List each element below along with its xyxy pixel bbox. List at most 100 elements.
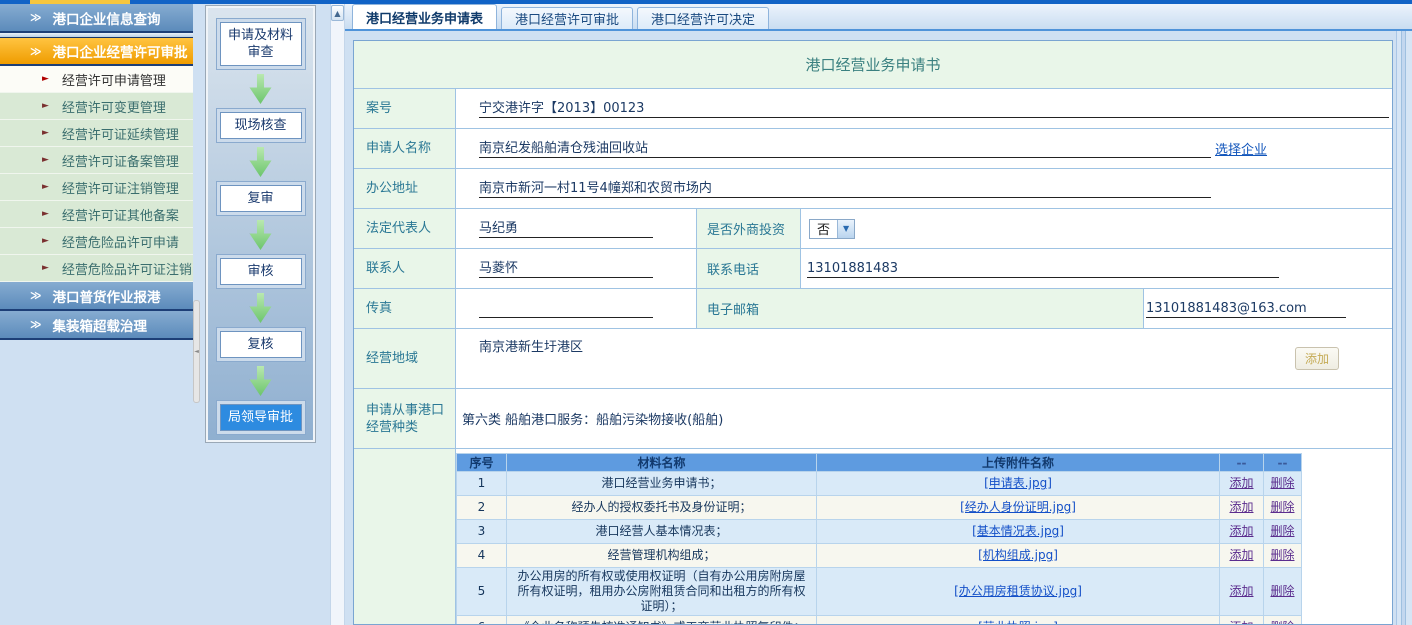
sidebar-subitem-license-record-manage[interactable]: ► 经营许可证备案管理 [0,147,193,174]
delete-link[interactable]: 删除 [1270,524,1294,538]
sidebar-subitem-label: 经营许可申请管理 [62,70,166,89]
sidebar-subitem-dangerous-goods-apply[interactable]: ► 经营危险品许可申请 [0,228,193,255]
row-no: 4 [457,544,507,568]
flow-step-re-review[interactable]: 复审 [220,185,302,212]
tab-business-application-form[interactable]: 港口经营业务申请表 [352,4,497,29]
arrow-down-icon [250,74,272,104]
application-form: 港口经营业务申请书 案号 宁交港许字【2013】00123 申请人名称 南京纪发… [353,40,1393,625]
table-row: 2 经办人的授权委托书及身份证明； [经办人身份证明.jpg] 添加 删除 [457,496,1302,520]
flow-step-material-review[interactable]: 申请及材料审查 [220,22,302,66]
table-row: 4 经营管理机构组成； [机构组成.jpg] 添加 删除 [457,544,1302,568]
double-chevron-icon: ≫ [30,45,42,58]
sidebar-splitter[interactable]: ◄ [193,300,200,403]
business-category-label: 申请从事港口经营种类 [354,389,456,448]
attachment-file-link[interactable]: [基本情况表.jpg] [972,524,1064,538]
sidebar-subitem-license-other-record[interactable]: ► 经营许可证其他备案 [0,201,193,228]
row-no: 6 [457,616,507,625]
arrow-right-icon: ► [42,128,49,138]
business-region-value: 南京港新生圩港区 [479,336,583,355]
chevron-up-icon: ▲ [334,9,340,18]
main-content: 港口经营业务申请书 案号 宁交港许字【2013】00123 申请人名称 南京纪发… [345,31,1412,625]
app-window: ≫ 港口企业信息查询 ≫ 港口企业经营许可审批 ► 经营许可申请管理 ► 经营许… [0,0,1412,625]
attachment-file-link[interactable]: [机构组成.jpg] [978,548,1058,562]
delete-link[interactable]: 删除 [1270,584,1294,598]
delete-link[interactable]: 删除 [1270,620,1294,625]
row-business-category: 申请从事港口经营种类 第六类 船舶港口服务：船舶污染物接收(船舶) [354,389,1392,449]
tab-strip: 港口经营业务申请表 港口经营许可审批 港口经营许可决定 [345,4,1412,31]
fax-input[interactable] [479,299,653,318]
add-link[interactable]: 添加 [1229,548,1253,562]
flow-step-recheck[interactable]: 复核 [220,331,302,358]
foreign-invest-value: 否 [810,220,837,238]
phone-input[interactable]: 13101881483 [807,259,1279,278]
fax-label: 传真 [354,289,456,328]
sidebar-subitem-license-apply-manage[interactable]: ► 经营许可申请管理 [0,66,193,93]
double-chevron-icon: ≫ [30,11,42,24]
add-link[interactable]: 添加 [1229,584,1253,598]
applicant-name-input[interactable]: 南京纪发船舶清仓残油回收站 [479,139,1211,158]
sidebar-subitem-label: 经营许可证延续管理 [62,124,179,143]
foreign-invest-label: 是否外商投资 [696,209,801,248]
attachments-header-row: 序号 材料名称 上传附件名称 -- -- [457,454,1302,472]
col-header-material-name: 材料名称 [507,454,817,472]
sidebar-item-container-overload[interactable]: ≫ 集装箱超载治理 [0,311,193,340]
sidebar-item-label: 港口企业信息查询 [53,8,161,28]
sidebar-subitem-label: 经营许可变更管理 [62,97,166,116]
attachment-file-link[interactable]: [经办人身份证明.jpg] [960,500,1076,514]
col-header-delete: -- [1264,454,1302,472]
sidebar-subitem-license-cancel-manage[interactable]: ► 经营许可证注销管理 [0,174,193,201]
region-add-button[interactable]: 添加 [1295,347,1339,370]
sidebar-item-label: 港口企业经营许可审批 [53,41,188,61]
sidebar-subitem-label: 经营危险品许可申请 [62,232,179,251]
delete-link[interactable]: 删除 [1270,476,1294,490]
row-office-address: 办公地址 南京市新河一村11号4幢郑和农贸市场内 [354,169,1392,209]
sidebar-item-port-license-approval[interactable]: ≫ 港口企业经营许可审批 [0,37,193,66]
delete-link[interactable]: 删除 [1270,548,1294,562]
tab-license-decision[interactable]: 港口经营许可决定 [637,7,769,29]
sidebar-subitem-license-change-manage[interactable]: ► 经营许可变更管理 [0,93,193,120]
row-no: 5 [457,568,507,616]
right-margin [1396,31,1412,625]
select-company-link[interactable]: 选择企业 [1215,139,1267,158]
chevron-down-icon: ▼ [837,220,854,238]
main-vertical-scrollbar[interactable]: ▲ [330,4,345,625]
add-link[interactable]: 添加 [1229,500,1253,514]
double-chevron-icon: ≫ [30,289,42,302]
phone-label: 联系电话 [696,249,801,288]
legal-rep-input[interactable]: 马纪勇 [479,219,653,238]
add-link[interactable]: 添加 [1229,476,1253,490]
attachment-file-link[interactable]: [申请表.jpg] [984,476,1052,490]
tab-license-approval[interactable]: 港口经营许可审批 [501,7,633,29]
office-address-input[interactable]: 南京市新河一村11号4幢郑和农贸市场内 [479,179,1211,198]
add-link[interactable]: 添加 [1229,620,1253,625]
material-name: 经营管理机构组成； [507,544,817,568]
arrow-right-icon: ► [42,155,49,165]
flow-step-bureau-leader-approval[interactable]: 局领导审批 [220,404,302,431]
sidebar-item-general-cargo-report[interactable]: ≫ 港口普货作业报港 [0,282,193,311]
case-no-input[interactable]: 宁交港许字【2013】00123 [479,99,1389,118]
arrow-down-icon [250,147,272,177]
attachments-label [354,449,456,625]
scroll-up-button[interactable]: ▲ [331,5,344,21]
foreign-invest-select[interactable]: 否 ▼ [809,219,855,239]
email-label: 电子邮箱 [696,289,1144,328]
add-link[interactable]: 添加 [1229,524,1253,538]
flow-step-site-check[interactable]: 现场核查 [220,112,302,139]
arrow-right-icon: ► [42,101,49,111]
table-row: 5 办公用房的所有权或使用权证明（自有办公用房附房屋所有权证明，租用办公房附租赁… [457,568,1302,616]
attachment-file-link[interactable]: [营业执照.jpg] [978,620,1058,625]
email-input[interactable]: 13101881483@163.com [1146,299,1346,318]
delete-link[interactable]: 删除 [1270,500,1294,514]
flow-step-audit[interactable]: 审核 [220,258,302,285]
case-no-label: 案号 [354,89,456,128]
sidebar-subitem-dangerous-goods-cancel[interactable]: ► 经营危险品许可证注销 [0,255,193,282]
material-name: 经办人的授权委托书及身份证明； [507,496,817,520]
row-contact: 联系人 马菱怀 联系电话 13101881483 [354,249,1392,289]
sidebar-subitem-license-renew-manage[interactable]: ► 经营许可证延续管理 [0,120,193,147]
business-category-value: 第六类 船舶港口服务：船舶污染物接收(船舶) [462,409,723,428]
row-fax-email: 传真 电子邮箱 13101881483@163.com [354,289,1392,329]
contact-input[interactable]: 马菱怀 [479,259,653,278]
sidebar-item-port-enterprise-info-query[interactable]: ≫ 港口企业信息查询 [0,4,193,33]
row-applicant-name: 申请人名称 南京纪发船舶清仓残油回收站 选择企业 [354,129,1392,169]
attachment-file-link[interactable]: [办公用房租赁协议.jpg] [954,584,1082,598]
